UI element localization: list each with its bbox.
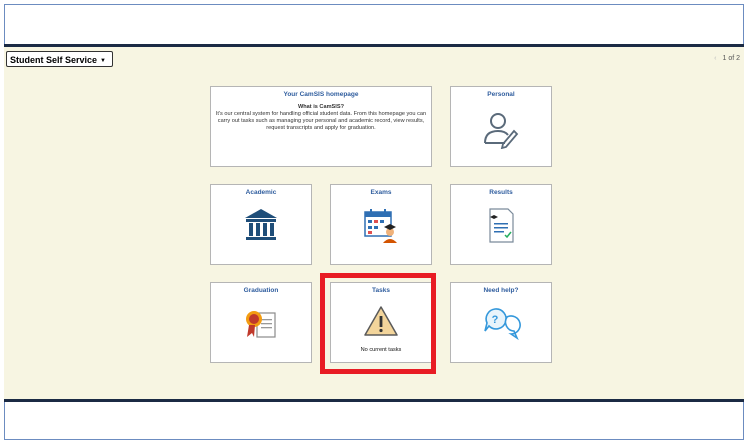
- tile-tasks[interactable]: Tasks No current tasks: [330, 282, 432, 363]
- tile-title: Need help?: [483, 287, 519, 294]
- tile-question: What is CamSIS?: [297, 104, 344, 110]
- institution-icon: [245, 209, 277, 240]
- page-count: 1 of 2: [722, 55, 740, 62]
- tile-exams[interactable]: Exams: [330, 184, 432, 265]
- user-edit-icon: [484, 113, 519, 149]
- tile-need-help[interactable]: Need help? ?: [450, 282, 552, 363]
- tile-body-text: It's our central system for handling off…: [215, 111, 427, 131]
- svg-text:?: ?: [492, 314, 499, 326]
- tile-status-text: No current tasks: [360, 347, 402, 353]
- tile-personal[interactable]: Personal: [450, 86, 552, 167]
- tile-title: Your CamSIS homepage: [283, 91, 359, 98]
- tile-title: Tasks: [372, 287, 390, 294]
- previous-page-icon[interactable]: ‹: [714, 55, 716, 62]
- tile-title: Exams: [370, 189, 392, 196]
- homepage-selector[interactable]: Student Self Service ▼: [6, 51, 113, 67]
- tile-results[interactable]: Results: [450, 184, 552, 265]
- results-document-icon: [489, 208, 514, 243]
- tile-title: Personal: [487, 91, 515, 98]
- tile-title: Results: [489, 189, 513, 196]
- page-indicator: ‹ 1 of 2: [714, 55, 740, 62]
- tile-graduation[interactable]: Graduation: [210, 282, 312, 363]
- homepage-selector-label: Student Self Service: [10, 55, 98, 65]
- help-bubbles-icon: ?: [484, 308, 521, 341]
- tile-title: Academic: [245, 189, 277, 196]
- tile-description: What is CamSIS? It's our central system …: [215, 104, 427, 132]
- tile-camsis-homepage[interactable]: Your CamSIS homepage What is CamSIS? It'…: [210, 86, 432, 167]
- tile-title: Graduation: [243, 287, 279, 294]
- warning-icon: [364, 306, 398, 336]
- caret-down-icon: ▼: [100, 58, 106, 64]
- certificate-icon: [246, 311, 276, 338]
- tile-academic[interactable]: Academic: [210, 184, 312, 265]
- footer-divider: [4, 401, 744, 402]
- calendar-graduate-icon: [364, 209, 397, 243]
